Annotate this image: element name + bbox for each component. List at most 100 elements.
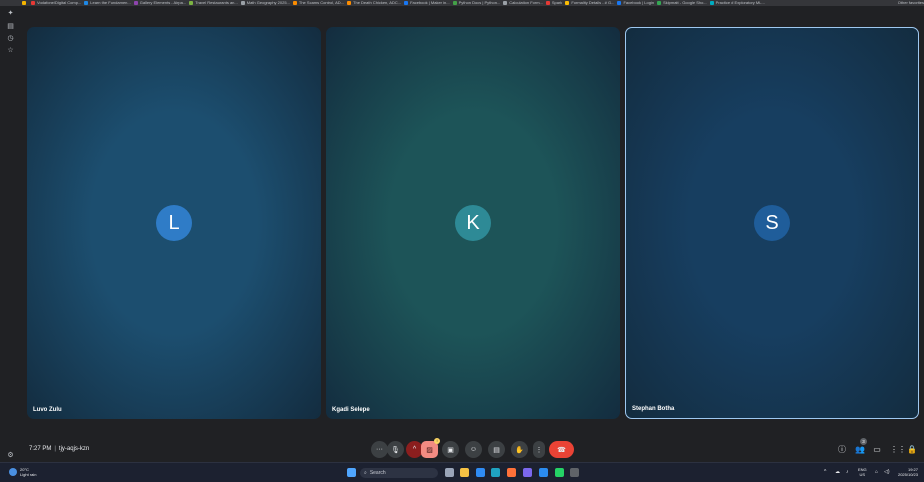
more-reactions-button[interactable]: ··· <box>371 441 388 458</box>
bookmark-label: Formality Details - # G... <box>571 0 615 5</box>
bookmark-favicon-icon <box>22 1 26 5</box>
reactions-button[interactable]: ☺ <box>465 441 482 458</box>
bookmark-item[interactable]: Formality Details - # G... <box>565 0 614 6</box>
vscode-icon[interactable] <box>539 468 548 477</box>
participant-name: Kgadi Selepe <box>332 407 370 413</box>
meeting-time: 7:27 PM <box>29 446 52 452</box>
bookmark-item[interactable]: The Death Chicken, ADC... <box>347 0 401 6</box>
hand-icon: ✋ <box>515 446 524 454</box>
present-icon: ▣ <box>447 446 454 454</box>
github-desktop-icon[interactable] <box>523 468 532 477</box>
bookmark-label: The Scams Control, AD... <box>298 0 345 5</box>
weather-rain-icon <box>9 468 17 476</box>
tray-overflow-icon[interactable]: ^ <box>824 469 826 475</box>
bookmark-item[interactable]: Travel Restaurants an... <box>189 0 238 6</box>
participant-tile[interactable]: S Stephan Botha <box>625 27 919 419</box>
language-indicator[interactable]: ENG US <box>858 467 867 477</box>
other-favorites[interactable]: Other favorites <box>898 0 924 6</box>
bookmark-item[interactable]: Practice # Exploratory ML... <box>709 0 765 6</box>
people-icon: 👥 <box>855 445 865 454</box>
bookmark-item[interactable]: Spark <box>545 0 563 6</box>
participant-avatar: K <box>455 205 491 241</box>
bookmark-item[interactable]: Vodafone/Digital Comp... <box>31 0 81 6</box>
chevron-up-icon: ^ <box>412 446 417 453</box>
volume-icon[interactable]: ◁) <box>884 469 890 475</box>
raise-hand-button[interactable]: ✋ <box>511 441 528 458</box>
mail-icon[interactable] <box>476 468 485 477</box>
taskbar-clock[interactable]: 19:27 2025/10/23 <box>898 467 918 477</box>
edge-browser-icon[interactable] <box>491 468 500 477</box>
present-screen-button[interactable]: ▣ <box>442 441 459 458</box>
copilot-icon[interactable]: ✦ <box>7 10 14 17</box>
participant-name: Stephan Botha <box>632 406 675 412</box>
bookmark-item[interactable]: Skipmatt - Google Sho... <box>657 0 707 6</box>
bookmark-favicon-icon <box>31 1 35 5</box>
info-icon: ⓘ <box>838 445 846 454</box>
bookmark-favicon-icon <box>189 1 194 5</box>
firefox-icon[interactable] <box>507 468 516 477</box>
history-icon[interactable]: ◷ <box>7 35 14 42</box>
app-icon[interactable] <box>570 468 579 477</box>
file-explorer-icon[interactable] <box>460 468 469 477</box>
more-options-button[interactable]: ⋮ <box>533 441 545 458</box>
meeting-info: 7:27 PM | tjy-aqjs-kzn <box>29 446 89 452</box>
meeting-code: tjy-aqjs-kzn <box>58 446 90 452</box>
settings-icon[interactable]: ⚙ <box>7 452 14 459</box>
emoji-icon: ☺ <box>469 446 478 453</box>
bookmark-favicon-icon <box>240 1 245 5</box>
task-view-icon[interactable] <box>445 468 454 477</box>
whatsapp-icon[interactable] <box>555 468 564 477</box>
bookmark-item[interactable]: Facebook | Login <box>617 0 654 6</box>
bookmark-label: Practice # Exploratory ML... <box>715 0 765 5</box>
activities-button[interactable]: ⋮⋮ <box>890 446 906 454</box>
meeting-details-button[interactable]: ⓘ <box>838 446 846 454</box>
participant-avatar: L <box>156 205 192 241</box>
favorites-icon[interactable]: ☆ <box>7 47 14 54</box>
participant-tile[interactable]: L Luvo Zulu <box>27 27 321 419</box>
leave-call-button[interactable]: ☎ <box>549 441 574 458</box>
onedrive-icon[interactable]: ☁ <box>835 469 840 475</box>
weather-description: Light rain <box>20 472 37 477</box>
bookmark-favicon-icon <box>657 1 662 5</box>
browser-sidebar: ✦ ▤ ◷ ☆ ⚙ <box>0 6 20 462</box>
bookmark-label: Learn the Fundamen... <box>90 0 131 5</box>
bookmark-favicon-icon <box>545 1 550 5</box>
bookmark-item[interactable]: Learn the Fundamen... <box>84 0 131 6</box>
people-button[interactable]: 👥 <box>855 445 865 454</box>
chat-button[interactable]: ▭ <box>873 446 881 454</box>
microphone-button[interactable]: 🎙 <box>387 441 404 458</box>
taskbar-search[interactable]: ⌕ Search <box>360 468 438 478</box>
participant-tile[interactable]: K Kgadi Selepe <box>326 27 620 419</box>
camera-warning-badge: ! <box>434 438 440 444</box>
bookmark-item[interactable]: Python Docs | Python... <box>452 0 500 6</box>
captions-button[interactable]: ▤ <box>488 441 505 458</box>
lock-person-icon: 🔒 <box>907 445 917 454</box>
bookmark-favicon-icon <box>292 1 297 5</box>
host-controls-button[interactable]: 🔒 <box>907 445 917 454</box>
camera-button[interactable]: ▨ ! <box>421 438 440 458</box>
participant-count-badge: 3 <box>860 438 867 445</box>
speaker-tray-icon[interactable]: ♪ <box>846 469 849 475</box>
bookmark-label: Facebook | Login <box>623 0 655 5</box>
bookmark-item[interactable]: Facebook | Maker in... <box>404 0 450 6</box>
bookmark-label: Travel Restaurants an... <box>195 0 238 5</box>
bookmark-item[interactable]: Calculation Form... <box>503 0 543 6</box>
network-icon[interactable]: ⌂ <box>875 469 878 475</box>
apps-grid-icon: ⋮⋮ <box>890 445 906 454</box>
bookmark-item[interactable]: Gallery Elements - Airpa... <box>133 0 186 6</box>
participant-name: Luvo Zulu <box>33 407 62 413</box>
bookmark-label: Facebook | Maker in... <box>410 0 450 5</box>
start-menu-icon[interactable] <box>347 468 356 477</box>
weather-widget[interactable]: 20°C Light rain <box>9 467 36 477</box>
bookmark-favicon-icon <box>503 1 508 5</box>
bookmark-item[interactable]: The Scams Control, AD... <box>292 0 345 6</box>
ellipsis-icon: ··· <box>376 446 383 453</box>
bookmark-item[interactable]: Math Geography 2025... <box>240 0 290 6</box>
bookmark-favicon-icon <box>404 1 409 5</box>
bookmark-label: Spark <box>551 0 563 5</box>
bookmark-favicon-icon <box>709 1 714 5</box>
microphone-icon: 🎙 <box>391 446 400 454</box>
meeting-info-separator: | <box>54 446 56 452</box>
collections-icon[interactable]: ▤ <box>7 23 14 30</box>
bookmark-item[interactable] <box>22 0 28 6</box>
